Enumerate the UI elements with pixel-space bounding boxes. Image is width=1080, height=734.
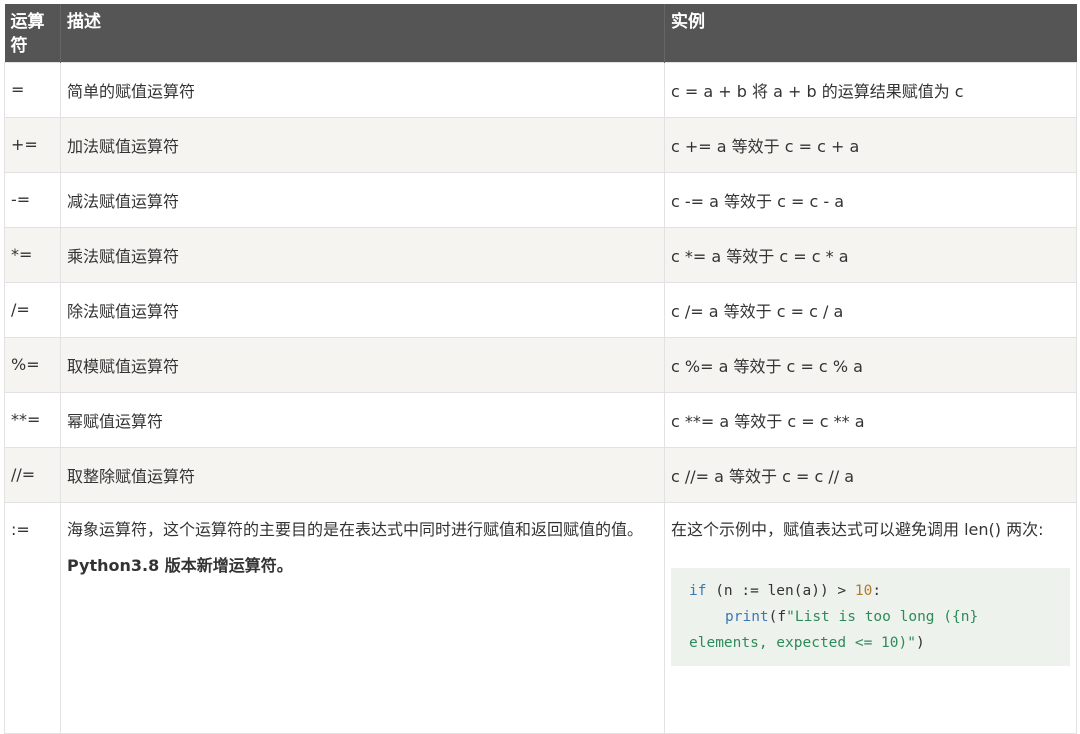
description-cell: 海象运算符，这个运算符的主要目的是在表达式中同时进行赋值和返回赋值的值。 Pyth… [60, 501, 665, 734]
table-row: %= 取模赋值运算符 c %= a 等效于 c = c % a [4, 336, 1077, 393]
walrus-description: 海象运算符，这个运算符的主要目的是在表达式中同时进行赋值和返回赋值的值。 [67, 519, 644, 539]
description-cell: 减法赋值运算符 [60, 171, 665, 228]
example-cell: 在这个示例中，赋值表达式可以避免调用 len() 两次: if (n := le… [664, 501, 1077, 734]
operator-cell: += [4, 116, 61, 173]
operator-cell: = [4, 61, 61, 118]
description-cell: 简单的赋值运算符 [60, 61, 665, 118]
example-cell: c = a + b 将 a + b 的运算结果赋值为 c [664, 61, 1077, 118]
example-cell: c += a 等效于 c = c + a [664, 116, 1077, 173]
code-number: 10 [854, 582, 873, 599]
operator-cell: /= [4, 281, 61, 338]
table-row: -= 减法赋值运算符 c -= a 等效于 c = c - a [4, 171, 1077, 228]
code-print-open: (f [768, 608, 787, 625]
header-operator: 运算符 [4, 4, 61, 62]
header-example: 实例 [664, 4, 1077, 62]
code-block: if (n := len(a)) > 10: print(f"List is t… [671, 567, 1070, 666]
description-cell: 除法赋值运算符 [60, 281, 665, 338]
table-row-walrus: := 海象运算符，这个运算符的主要目的是在表达式中同时进行赋值和返回赋值的值。 P… [4, 501, 1077, 734]
example-cell: c //= a 等效于 c = c // a [664, 446, 1077, 503]
description-cell: 加法赋值运算符 [60, 116, 665, 173]
table-row: /= 除法赋值运算符 c /= a 等效于 c = c / a [4, 281, 1077, 338]
table-row: += 加法赋值运算符 c += a 等效于 c = c + a [4, 116, 1077, 173]
description-cell: 取模赋值运算符 [60, 336, 665, 393]
operator-cell: := [4, 501, 61, 734]
description-cell: 取整除赋值运算符 [60, 446, 665, 503]
table-row: **= 幂赋值运算符 c **= a 等效于 c = c ** a [4, 391, 1077, 448]
code-condition: (n := len(a)) > [706, 582, 855, 599]
code-colon: : [872, 582, 882, 599]
operator-cell: //= [4, 446, 61, 503]
operator-cell: %= [4, 336, 61, 393]
operator-cell: **= [4, 391, 61, 448]
walrus-example-text: 在这个示例中，赋值表达式可以避免调用 len() 两次: [671, 519, 1044, 539]
code-keyword-if: if [689, 582, 707, 599]
example-cell: c /= a 等效于 c = c / a [664, 281, 1077, 338]
table-row: *= 乘法赋值运算符 c *= a 等效于 c = c * a [4, 226, 1077, 283]
operator-cell: *= [4, 226, 61, 283]
example-cell: c %= a 等效于 c = c % a [664, 336, 1077, 393]
operator-table-container: 运算符 描述 实例 = 简单的赋值运算符 c = a + b 将 a + b 的… [4, 4, 1077, 734]
header-description: 描述 [60, 4, 665, 62]
walrus-version-note: Python3.8 版本新增运算符。 [67, 555, 293, 575]
description-cell: 乘法赋值运算符 [60, 226, 665, 283]
description-cell: 幂赋值运算符 [60, 391, 665, 448]
table-header-row: 运算符 描述 实例 [4, 4, 1077, 62]
example-cell: c -= a 等效于 c = c - a [664, 171, 1077, 228]
code-keyword-print: print [725, 608, 769, 625]
operator-cell: -= [4, 171, 61, 228]
assignment-operator-table: 运算符 描述 实例 = 简单的赋值运算符 c = a + b 将 a + b 的… [4, 4, 1077, 734]
example-cell: c **= a 等效于 c = c ** a [664, 391, 1077, 448]
table-row: = 简单的赋值运算符 c = a + b 将 a + b 的运算结果赋值为 c [4, 61, 1077, 118]
example-cell: c *= a 等效于 c = c * a [664, 226, 1077, 283]
code-print-close: ) [915, 634, 925, 651]
table-row: //= 取整除赋值运算符 c //= a 等效于 c = c // a [4, 446, 1077, 503]
